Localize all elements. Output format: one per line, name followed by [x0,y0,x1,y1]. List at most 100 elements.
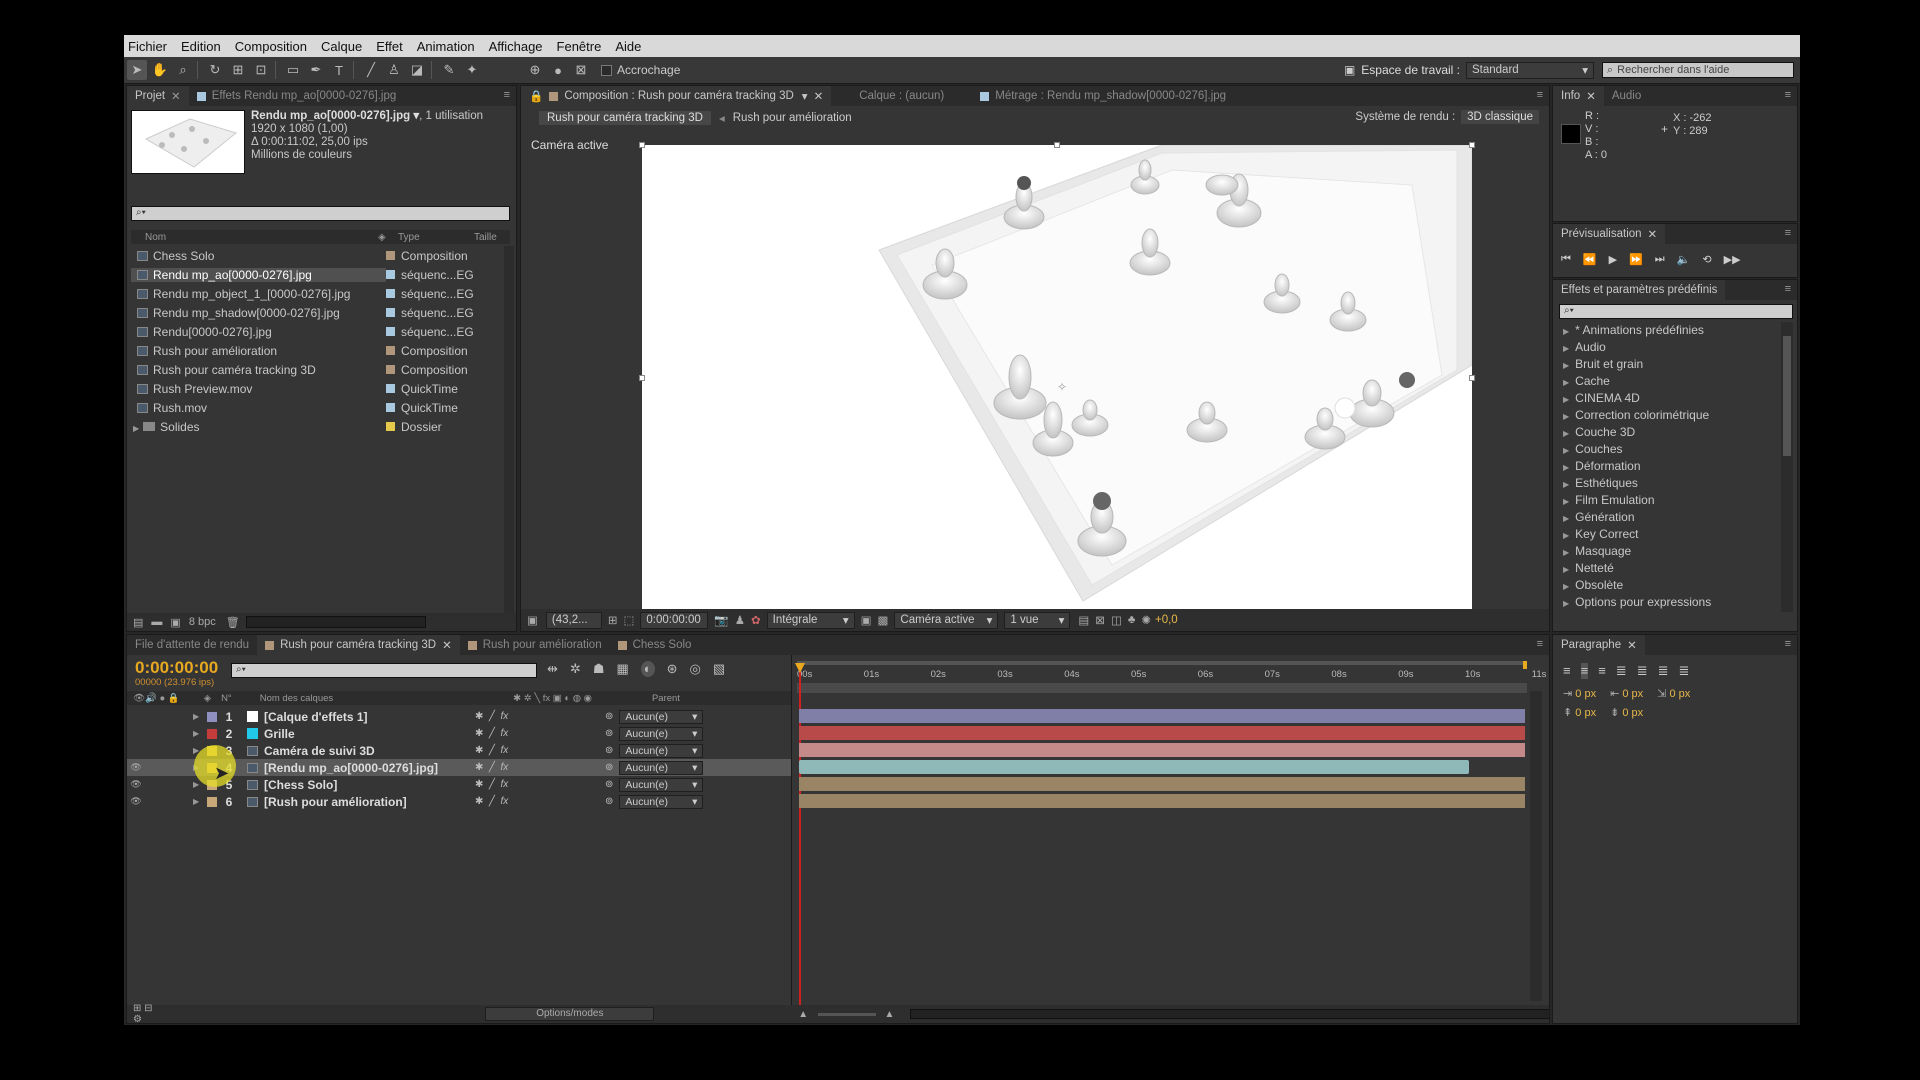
layer-name[interactable]: [Chess Solo] [264,778,337,792]
label-color[interactable] [386,270,395,279]
next-frame-icon[interactable]: ⏩ [1629,253,1643,266]
loop-icon[interactable]: ⟲ [1702,253,1711,266]
parent-select[interactable]: Aucun(e) ▾ [619,760,704,775]
zoom-out-icon[interactable]: ▲ [798,1009,808,1020]
label-color[interactable] [386,365,395,374]
layer-duration-bar[interactable] [799,709,1525,723]
ram-preview-icon[interactable]: ▶▶ [1724,253,1741,266]
layer-name[interactable]: Grille [264,727,295,741]
layer-switches[interactable]: ✱ ╱ fx [475,711,605,722]
layer-search-input[interactable]: ⌕▾ [231,663,537,678]
project-item[interactable]: Rush pour caméra tracking 3D Composition [131,360,503,379]
network-icon[interactable]: ♣ [1128,614,1136,626]
breadcrumb-current[interactable]: Rush pour caméra tracking 3D [539,111,711,125]
puppet-tool-icon[interactable]: ✦ [462,60,482,80]
project-item[interactable]: Rush Preview.mov QuickTime [131,379,503,398]
tab-audio[interactable]: Audio [1604,86,1649,106]
selection-tool-icon[interactable]: ➤ [127,60,147,80]
effect-category[interactable]: Couche 3D [1555,424,1777,441]
align-center-icon[interactable]: ≡ [1580,663,1589,679]
pen-tool-icon[interactable]: ✒ [306,60,326,80]
help-search-input[interactable]: ⌕ Rechercher dans l'aide [1602,62,1794,78]
tab-render-queue[interactable]: File d'attente de rendu [127,635,257,655]
label-color[interactable] [386,346,395,355]
view-layout-select[interactable]: 1 vue ▾ [1004,611,1071,629]
text-tool-icon[interactable]: T [329,60,349,80]
snapshot-icon[interactable]: 📷 [714,613,728,627]
project-item[interactable]: ▶ Solides Dossier [131,417,503,436]
draft-3d-icon[interactable]: ✲ [570,661,581,677]
rectangle-tool-icon[interactable]: ▭ [283,60,303,80]
project-item[interactable]: Rush pour amélioration Composition [131,341,503,360]
pickwhip-icon[interactable]: ⊚ [605,762,613,773]
menu-fenetre[interactable]: Fenêtre [557,39,602,54]
prev-frame-icon[interactable]: ⏪ [1583,253,1597,266]
parent-select[interactable]: Aucun(e) ▾ [619,726,704,741]
effect-category[interactable]: Masquage [1555,543,1777,560]
preview-toggle-icon[interactable]: ▣ [527,613,538,627]
snap-checkbox[interactable] [601,64,612,76]
toggle-pixel-icon[interactable]: ▤ [1078,613,1089,627]
frame-blending-icon[interactable]: ▦ [616,661,628,677]
layer-row[interactable]: ▶ 1 [Calque d'effets 1] ✱ ╱ fx ⊚ Aucun(e) ▾ [127,708,792,725]
visibility-eye-icon[interactable]: 👁 [127,796,145,807]
menu-fichier[interactable]: Fichier [128,39,167,54]
rotate-tool-icon[interactable]: ↻ [205,60,225,80]
layer-switches[interactable]: ✱ ╱ fx [475,796,605,807]
eraser-tool-icon[interactable]: ◪ [407,60,427,80]
zoom-tool-icon[interactable]: ⌕ [173,60,193,80]
col-type[interactable]: Type [398,232,474,243]
indent-first-field[interactable]: ⇲ 0 px [1657,687,1690,700]
effects-scrollbar[interactable] [1781,322,1793,612]
timeline-timecode[interactable]: 0:00:00:00 [135,658,218,678]
trash-icon[interactable]: 🗑 [226,616,240,629]
effect-category[interactable]: Key Correct [1555,526,1777,543]
layer-duration-bar[interactable] [799,726,1525,740]
brainstorm-icon[interactable]: ◎ [690,661,701,677]
auto-keyframe-icon[interactable]: ▧ [713,661,725,677]
menu-calque[interactable]: Calque [321,39,362,54]
project-item[interactable]: Rendu mp_ao[0000-0276].jpg séquenc...EG [131,265,503,284]
align-left-icon[interactable]: ≡ [1563,663,1571,679]
graph-editor-icon[interactable]: ⊛ [667,661,678,677]
label-color[interactable] [386,289,395,298]
audio-toggle-icon[interactable]: 🔈 [1677,253,1691,266]
project-search-input[interactable]: ⌕▾ [131,206,510,221]
parent-select[interactable]: Aucun(e) ▾ [619,794,704,809]
expand-switches-icon[interactable]: ⊞ ⊟ ⚙ [133,1003,163,1023]
composition-canvas[interactable]: ✧ [639,142,1475,615]
effect-category[interactable]: Déformation [1555,458,1777,475]
label-color[interactable] [386,384,395,393]
current-time-field[interactable]: 0:00:00:00 [640,611,709,629]
twirl-arrow-icon[interactable]: ▶ [193,712,207,721]
preview-menu-icon[interactable]: ≡ [1785,227,1791,239]
tab-timeline-main[interactable]: Rush pour caméra tracking 3D ✕ [257,635,460,655]
menu-edition[interactable]: Edition [181,39,221,54]
menu-animation[interactable]: Animation [417,39,475,54]
layer-label-color[interactable] [207,728,217,739]
tab-projet[interactable]: Projet ✕ [127,86,189,106]
effect-category[interactable]: Netteté [1555,560,1777,577]
view-axis-icon[interactable]: ⊠ [571,60,591,80]
timeline-menu-icon[interactable]: ≡ [1537,638,1543,650]
justify-last-center-icon[interactable]: ≣ [1637,663,1648,679]
flowchart-icon[interactable]: ◫ [1111,613,1122,627]
timeline-hscroll[interactable] [910,1009,1549,1019]
interpret-footage-icon[interactable]: ▤ [133,616,143,629]
paragraph-menu-icon[interactable]: ≡ [1785,638,1791,650]
layer-label-color[interactable] [207,796,217,807]
handle-ml[interactable] [639,375,645,381]
safe-zones-icon[interactable]: ⊞ [608,613,618,627]
project-item[interactable]: Rush.mov QuickTime [131,398,503,417]
col-layer-name[interactable]: Nom des calques [260,693,333,704]
tab-timeline-chess[interactable]: Chess Solo [610,635,700,655]
menu-composition[interactable]: Composition [235,39,307,54]
new-folder-icon[interactable]: ▬ [151,616,162,628]
brush-tool-icon[interactable]: ╱ [361,60,381,80]
exposure-icon[interactable]: ✺ [1141,613,1151,627]
menu-aide[interactable]: Aide [615,39,641,54]
breadcrumb-parent[interactable]: Rush pour amélioration [733,112,852,124]
zoom-in-icon[interactable]: ▲ [884,1009,894,1020]
layer-switches[interactable]: ✱ ╱ fx [475,745,605,756]
time-ruler[interactable]: 00s 01s 02s 03s 04s 05s 06s 07s 08s 09s 10s 11s [797,661,1546,693]
